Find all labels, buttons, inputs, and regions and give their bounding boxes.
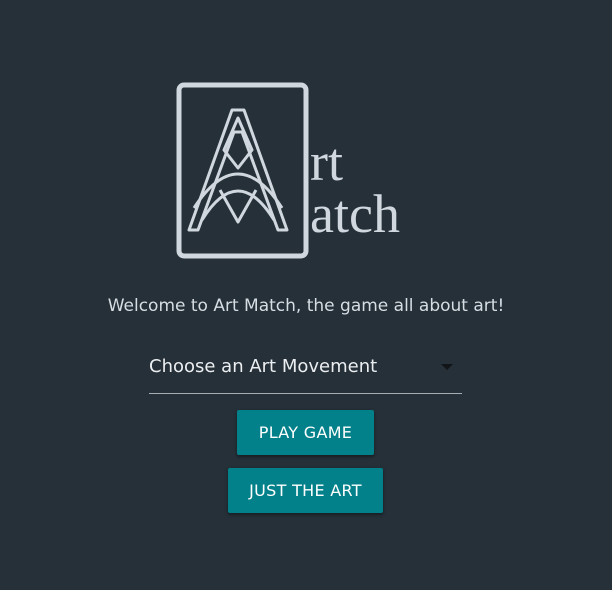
art-match-logo: rt atch <box>170 80 440 262</box>
select-value: Choose an Art Movement <box>149 356 378 377</box>
logo-text-line1: rt <box>310 132 343 192</box>
welcome-message: Welcome to Art Match, the game all about… <box>107 296 505 316</box>
art-movement-select[interactable]: Choose an Art Movement <box>149 348 462 394</box>
logo-text-line2: atch <box>310 184 400 244</box>
caret-down-icon[interactable] <box>441 364 453 370</box>
start-screen: rt atch Welcome to Art Match, the game a… <box>0 0 612 590</box>
play-game-button[interactable]: PLAY GAME <box>237 410 374 455</box>
just-the-art-button[interactable]: JUST THE ART <box>228 468 383 513</box>
